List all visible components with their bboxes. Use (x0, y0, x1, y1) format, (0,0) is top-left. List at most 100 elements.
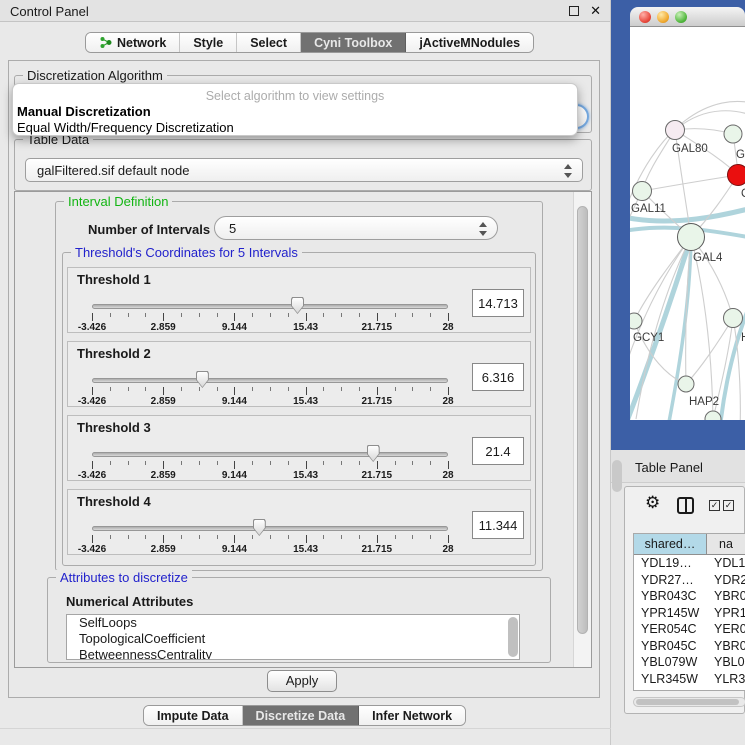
attribute-list-item[interactable]: TopologicalCoefficient (67, 631, 519, 647)
slider-scale-label: 28 (442, 322, 453, 333)
table-row[interactable]: YBL079WYBL0 (634, 654, 745, 671)
slider-thumb[interactable] (196, 371, 209, 388)
tab-select[interactable]: Select (237, 33, 301, 52)
settings-scrollbar-thumb[interactable] (577, 206, 588, 634)
table-row[interactable]: YDR27…YDR2 (634, 572, 745, 589)
table-cell[interactable]: YLR345W (634, 671, 707, 688)
table-row[interactable]: YER054CYER0 (634, 621, 745, 638)
network-view-window[interactable]: GAL80GACGAL11GAL4GCY1HHAP2 (630, 7, 745, 420)
table-data-fieldset: Table Data galFiltered.sif default node (14, 139, 592, 191)
table-cell[interactable]: YBR045C (634, 638, 707, 655)
tab-impute-data[interactable]: Impute Data (144, 706, 243, 725)
table-column-header[interactable]: shared… (634, 534, 707, 555)
table-cell[interactable]: YER054C (634, 621, 707, 638)
table-row[interactable]: YDL19…YDL1 (634, 555, 745, 572)
table-hscrollbar-track[interactable] (633, 697, 745, 707)
network-node[interactable] (678, 376, 694, 392)
network-window-titlebar[interactable] (630, 7, 745, 27)
table-cell[interactable]: YPR145W (634, 605, 707, 622)
network-canvas[interactable]: GAL80GACGAL11GAL4GCY1HHAP2 (630, 27, 745, 420)
settings-scrollbar-track[interactable] (573, 192, 591, 667)
apply-button[interactable]: Apply (267, 670, 337, 692)
list-scrollbar-thumb[interactable] (508, 617, 518, 657)
table-cell[interactable]: YLR3 (707, 671, 745, 688)
tab-cyni-toolbox[interactable]: Cyni Toolbox (301, 33, 406, 52)
tab-discretize-data[interactable]: Discretize Data (243, 706, 360, 725)
table-cell[interactable]: YBL0 (707, 654, 745, 671)
table-cell[interactable]: YPR1 (707, 605, 745, 622)
minimize-window-icon[interactable] (657, 11, 669, 23)
network-node-label: GA (736, 149, 745, 161)
table-row[interactable]: YBR043CYBR0 (634, 588, 745, 605)
table-data-combobox[interactable]: galFiltered.sif default node (25, 158, 583, 182)
tab-label: Select (250, 36, 287, 50)
network-node[interactable] (705, 411, 721, 420)
numerical-attributes-list[interactable]: SelfLoopsTopologicalCoefficientBetweenne… (66, 614, 520, 660)
table-cell[interactable]: YDL19… (634, 555, 707, 572)
close-panel-icon[interactable]: ✕ (590, 3, 601, 19)
table-cell[interactable]: YDL1 (707, 555, 745, 572)
slider-track[interactable] (92, 452, 448, 457)
table-row[interactable]: YIL052CYIL0 (634, 687, 745, 691)
network-node[interactable] (633, 182, 652, 201)
table-cell[interactable]: YDR2 (707, 572, 745, 589)
table-hscrollbar-thumb[interactable] (636, 699, 739, 705)
table-cell[interactable]: YBR043C (634, 588, 707, 605)
slider-track[interactable] (92, 304, 448, 309)
table-row[interactable]: YBR045CYBR0 (634, 638, 745, 655)
table-cell[interactable]: YDR27… (634, 572, 707, 589)
network-node[interactable] (666, 121, 685, 140)
threshold-value-field[interactable]: 21.4 (472, 437, 524, 465)
tab-style[interactable]: Style (180, 33, 237, 52)
algorithm-placeholder-option[interactable]: Select algorithm to view settings (13, 89, 577, 103)
network-node[interactable] (630, 313, 642, 329)
threshold-value-field[interactable]: 6.316 (472, 363, 524, 391)
tab-network[interactable]: Network (86, 33, 180, 52)
slider-thumb[interactable] (291, 297, 304, 314)
slider-tick (323, 387, 324, 391)
slider-thumb[interactable] (253, 519, 266, 536)
slider-track[interactable] (92, 378, 448, 383)
network-node[interactable] (678, 224, 705, 251)
number-of-intervals-combobox[interactable]: 5 (214, 216, 498, 240)
table-panel-scrollbar-thumb[interactable] (612, 460, 622, 492)
slider-scale-label: 9.144 (222, 322, 247, 333)
table-column-header[interactable]: na (707, 534, 745, 555)
gear-icon[interactable]: ⚙ (645, 493, 660, 513)
algorithm-option-equal-width[interactable]: Equal Width/Frequency Discretization (17, 120, 234, 135)
checkbox-icon[interactable]: ✓ (723, 500, 734, 511)
tab-infer-network[interactable]: Infer Network (359, 706, 465, 725)
threshold-slider[interactable]: -3.4262.8599.14415.4321.71528 (92, 268, 448, 334)
network-node[interactable] (728, 165, 745, 186)
network-node[interactable] (724, 125, 742, 143)
threshold-slider[interactable]: -3.4262.8599.14415.4321.71528 (92, 416, 448, 482)
tab-jactivemnodules[interactable]: jActiveMNodules (406, 33, 533, 52)
algorithm-option-manual[interactable]: Manual Discretization (17, 104, 151, 119)
table-row[interactable]: YPR145WYPR1 (634, 605, 745, 622)
zoom-window-icon[interactable] (675, 11, 687, 23)
column-view-icon[interactable] (677, 497, 694, 514)
slider-tick (92, 313, 93, 321)
table-cell[interactable]: YBR0 (707, 638, 745, 655)
slider-tick (252, 535, 253, 539)
table-cell[interactable]: YER0 (707, 621, 745, 638)
threshold-value-field[interactable]: 11.344 (472, 511, 524, 539)
table-cell[interactable]: YBR0 (707, 588, 745, 605)
threshold-value-field[interactable]: 14.713 (472, 289, 524, 317)
close-window-icon[interactable] (639, 11, 651, 23)
table-cell[interactable]: YBL079W (634, 654, 707, 671)
float-panel-icon[interactable] (569, 6, 579, 16)
control-panel-title: Control Panel (10, 4, 89, 19)
table-row[interactable]: YLR345WYLR3 (634, 671, 745, 688)
table-cell[interactable]: YIL0 (707, 687, 745, 691)
threshold-slider[interactable]: -3.4262.8599.14415.4321.71528 (92, 490, 448, 556)
threshold-slider[interactable]: -3.4262.8599.14415.4321.71528 (92, 342, 448, 408)
slider-tick (430, 535, 431, 539)
table-cell[interactable]: YIL052C (634, 687, 707, 691)
network-node[interactable] (724, 309, 743, 328)
slider-track[interactable] (92, 526, 448, 531)
attribute-list-item[interactable]: BetweennessCentrality (67, 647, 519, 660)
slider-thumb[interactable] (367, 445, 380, 462)
attribute-list-item[interactable]: SelfLoops (67, 615, 519, 631)
checkbox-icon[interactable]: ✓ (709, 500, 720, 511)
